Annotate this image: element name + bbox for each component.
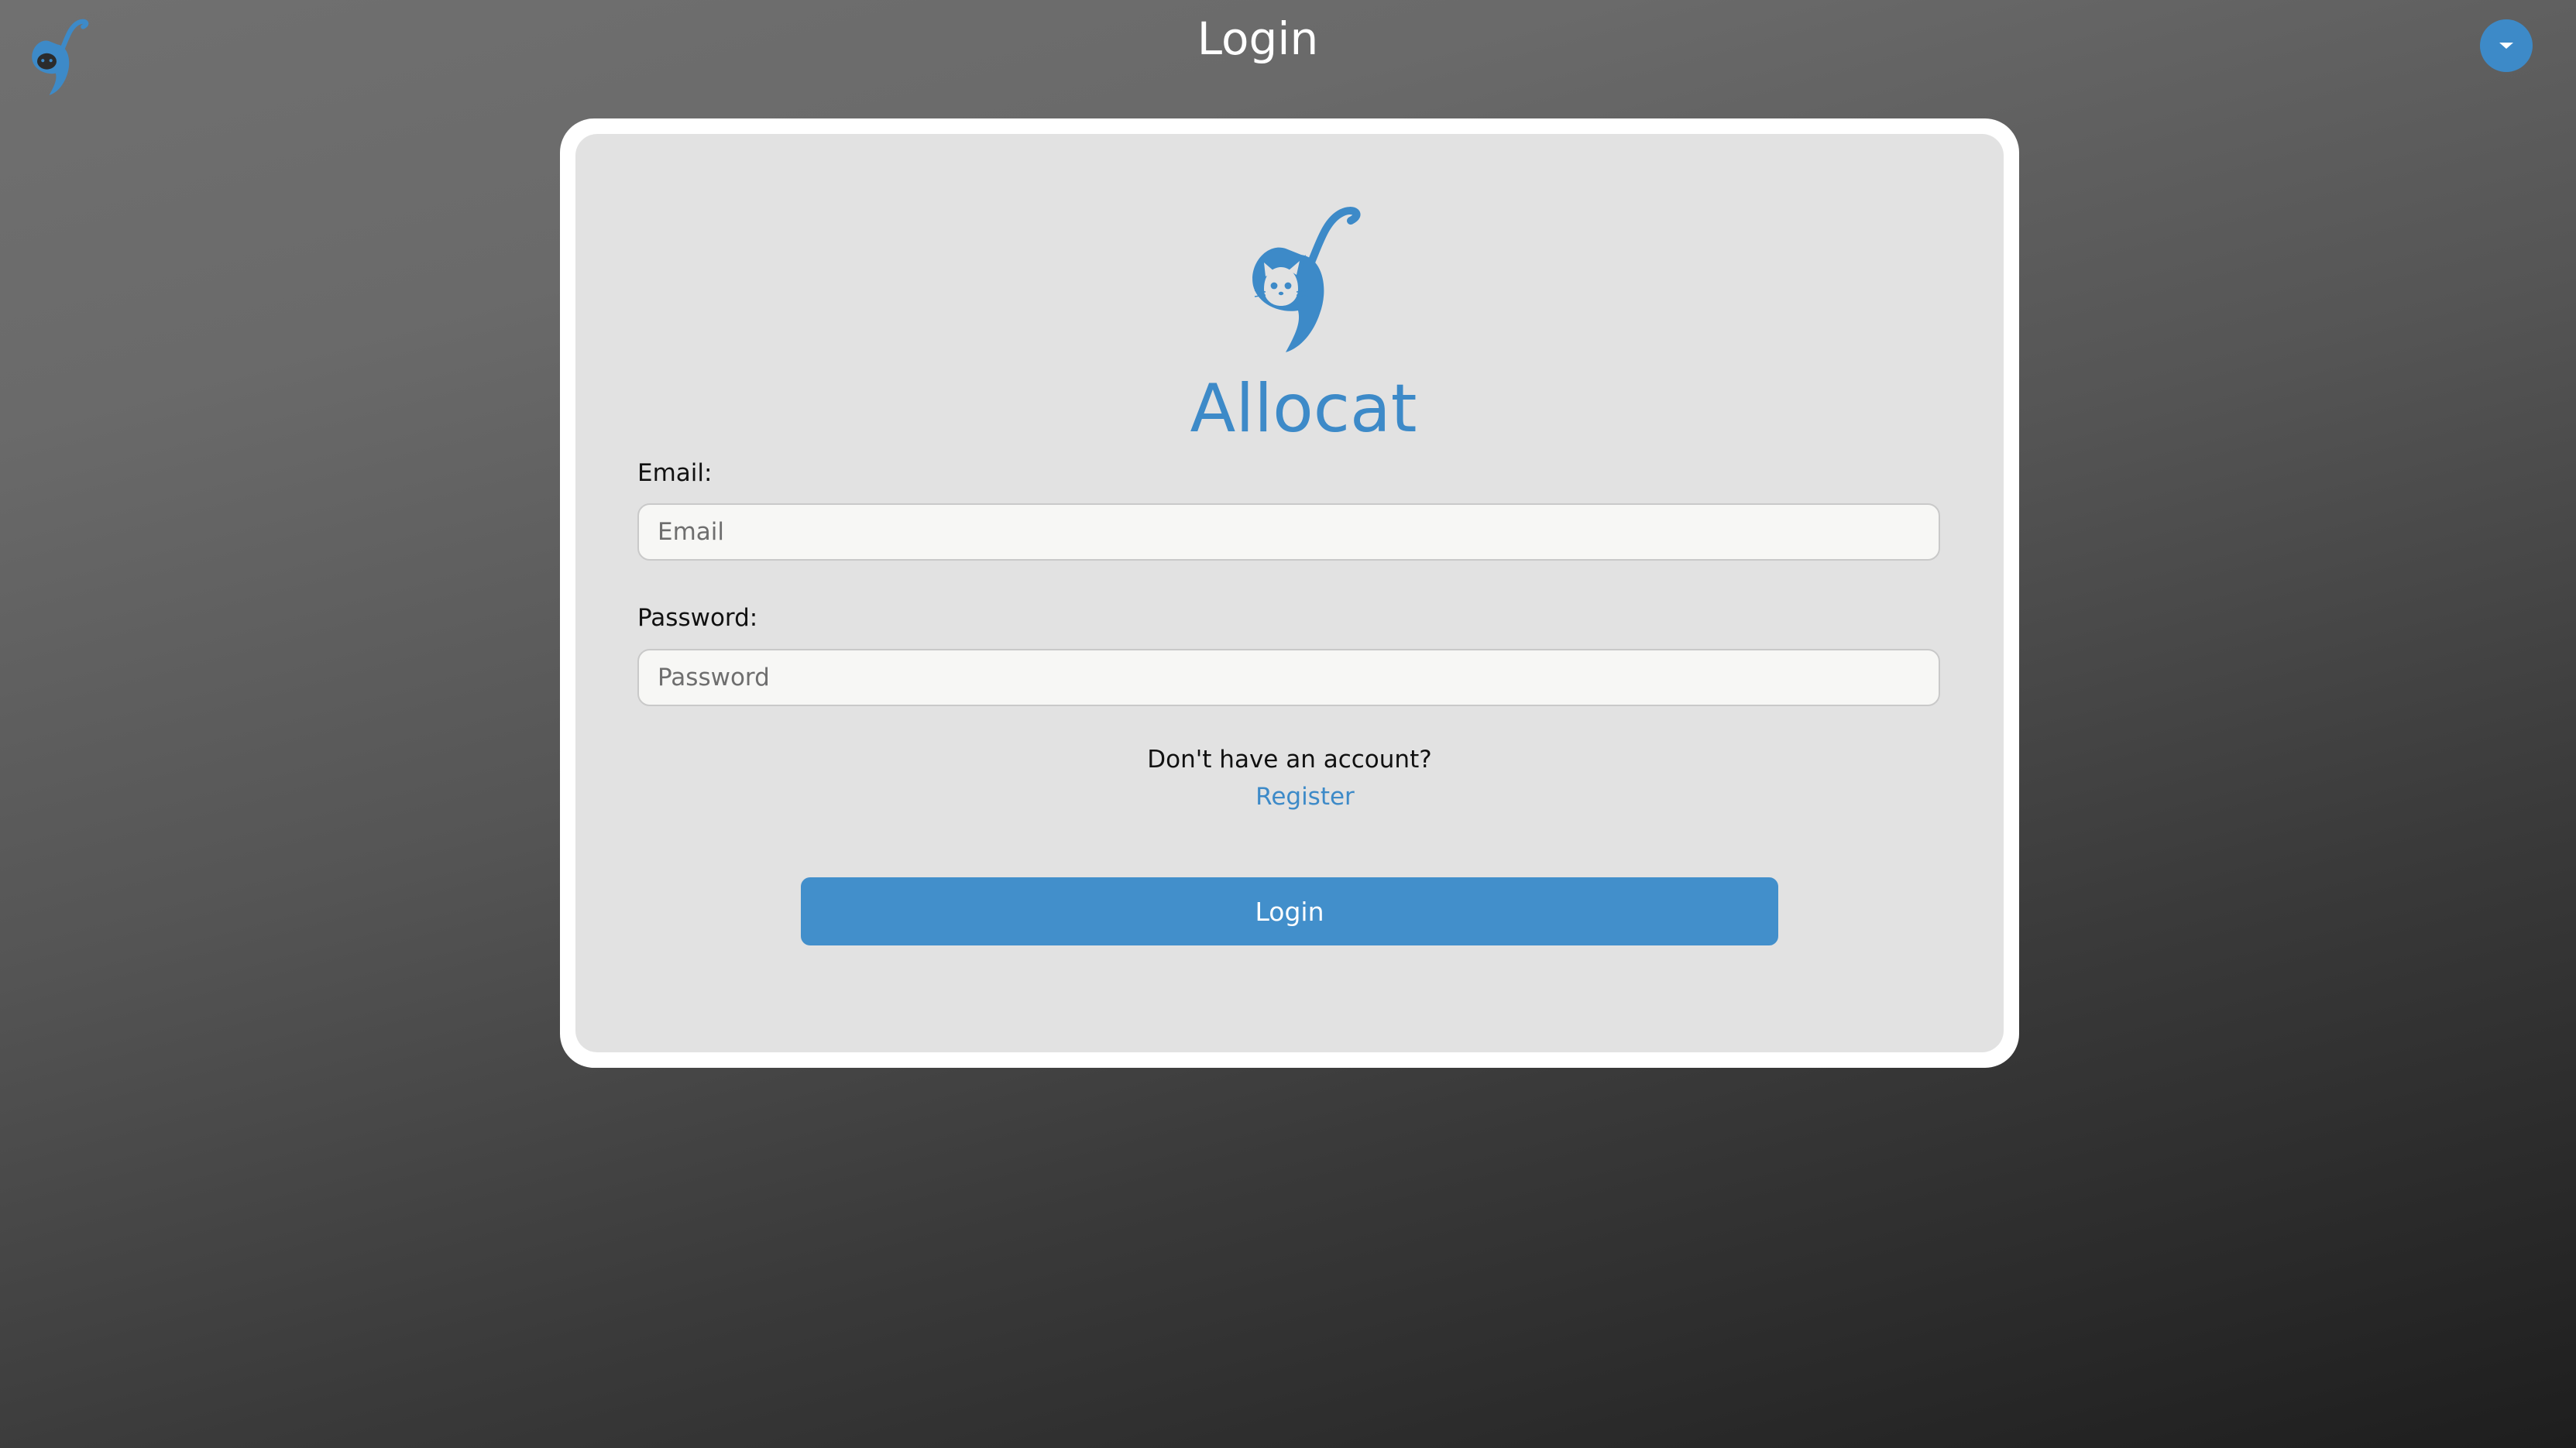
- login-card-body: Allocat Email: Password: Don't have an a…: [575, 134, 2004, 1052]
- login-card: Allocat Email: Password: Don't have an a…: [560, 118, 2019, 1068]
- login-button[interactable]: Login: [801, 877, 1778, 945]
- brand-name: Allocat: [1190, 370, 1417, 448]
- email-input[interactable]: [637, 503, 1940, 561]
- register-prompt: Don't have an account?: [1147, 746, 1432, 774]
- header-cat-logo-icon[interactable]: [25, 17, 90, 98]
- caret-down-icon: [2499, 43, 2513, 49]
- password-input[interactable]: [637, 649, 1940, 706]
- email-label: Email:: [637, 459, 713, 487]
- register-link[interactable]: Register: [1164, 781, 1446, 812]
- menu-dropdown-button[interactable]: [2480, 19, 2533, 72]
- page-title: Login: [1197, 12, 1319, 65]
- cat-logo-icon: [1239, 200, 1363, 359]
- password-label: Password:: [637, 604, 758, 632]
